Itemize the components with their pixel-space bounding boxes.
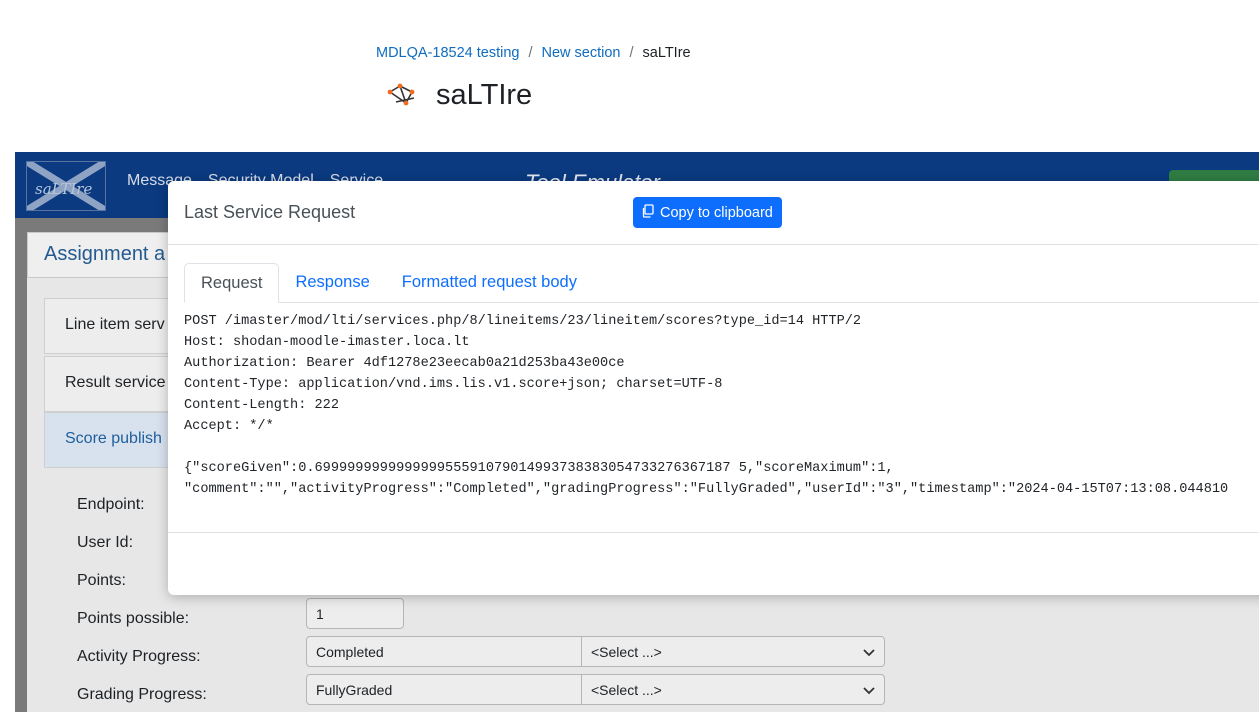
page-title: saLTIre (436, 79, 533, 111)
chevron-down-icon (863, 644, 875, 660)
grading-progress-input[interactable]: FullyGraded (306, 674, 582, 705)
select-value: <Select ...> (591, 681, 662, 698)
breadcrumb-course-link[interactable]: MDLQA-18524 testing (376, 45, 519, 61)
lti-activity-icon (386, 78, 420, 113)
modal-footer (168, 532, 1259, 595)
points-possible-input[interactable]: 1 (306, 598, 404, 629)
accordion-label: Result service (65, 374, 166, 391)
user-id-label: User Id: (77, 534, 134, 551)
accordion-label: Score publish (65, 430, 162, 447)
page-heading: saLTIre (386, 78, 532, 113)
breadcrumb-separator: / (528, 45, 533, 61)
tab-request[interactable]: Request (184, 263, 280, 303)
breadcrumb-current: saLTIre (642, 45, 691, 61)
request-line: {"scoreGiven":0.699999999999999955591079… (184, 461, 894, 476)
request-line: Authorization: Bearer 4df1278e23eecab0a2… (184, 356, 625, 371)
modal-title: Last Service Request (184, 202, 356, 222)
chevron-down-icon (863, 682, 875, 698)
points-possible-label: Points possible: (77, 610, 190, 627)
breadcrumb-section-link[interactable]: New section (542, 45, 621, 61)
request-line: POST /imaster/mod/lti/services.php/8/lin… (184, 314, 862, 329)
request-tabs: Request Response Formatted request body (184, 263, 1259, 303)
modal-header: Last Service Request Copy to clipboard (168, 181, 1259, 245)
activity-progress-label: Activity Progress: (77, 648, 201, 665)
grading-progress-select[interactable]: <Select ...> (581, 674, 885, 705)
accordion-label: Line item serv (65, 316, 165, 333)
request-body: POST /imaster/mod/lti/services.php/8/lin… (184, 311, 1259, 500)
breadcrumb: MDLQA-18524 testing / New section / saLT… (376, 45, 691, 61)
tab-response[interactable]: Response (279, 263, 385, 302)
last-service-request-modal: Last Service Request Copy to clipboard R… (168, 181, 1259, 595)
points-label: Points: (77, 572, 126, 589)
copy-button-label: Copy to clipboard (660, 204, 773, 221)
request-line: "comment":"","activityProgress":"Complet… (184, 482, 1229, 497)
request-line: Content-Type: application/vnd.ims.lis.v1… (184, 377, 723, 392)
endpoint-label: Endpoint: (77, 496, 145, 513)
copy-icon (641, 203, 655, 222)
grading-progress-label: Grading Progress: (77, 686, 207, 703)
request-line: Content-Length: 222 (184, 398, 339, 413)
request-line: Host: shodan-moodle-imaster.loca.lt (184, 335, 470, 350)
request-line: Accept: */* (184, 419, 274, 434)
activity-progress-select[interactable]: <Select ...> (581, 636, 885, 667)
tab-formatted-request-body[interactable]: Formatted request body (386, 263, 593, 302)
saltire-logo[interactable]: saLTIre (25, 159, 107, 213)
copy-to-clipboard-button[interactable]: Copy to clipboard (633, 197, 782, 228)
breadcrumb-separator: / (629, 45, 634, 61)
assignment-card-title: Assignment a (44, 243, 166, 265)
select-value: <Select ...> (591, 643, 662, 660)
activity-progress-input[interactable]: Completed (306, 636, 582, 667)
saltire-logo-text: saLTIre (35, 180, 92, 198)
